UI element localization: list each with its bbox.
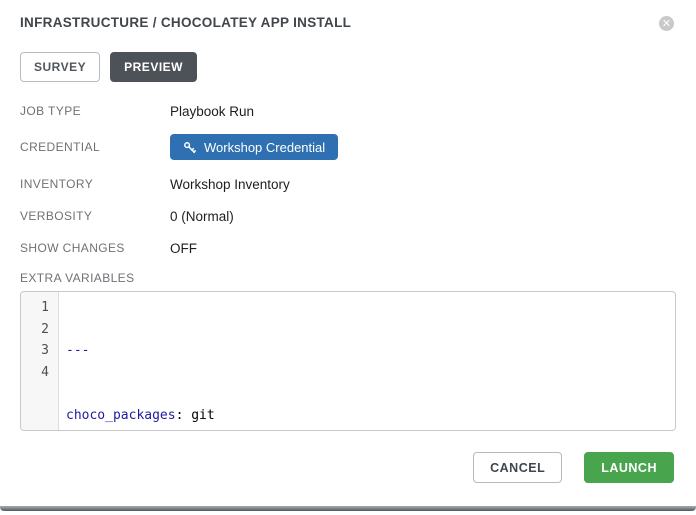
editor-code-area[interactable]: --- choco_packages: git app_state: prese… xyxy=(59,292,675,430)
cancel-button[interactable]: CANCEL xyxy=(473,452,562,483)
job-type-value: Playbook Run xyxy=(170,104,254,119)
verbosity-value: 0 (Normal) xyxy=(170,209,234,224)
job-type-label: JOB TYPE xyxy=(20,104,170,118)
window-bottom-edge xyxy=(0,506,696,511)
close-icon[interactable]: ✕ xyxy=(659,16,674,31)
credential-label: CREDENTIAL xyxy=(20,140,170,154)
code-line: --- xyxy=(66,340,675,362)
verbosity-label: VERBOSITY xyxy=(20,209,170,223)
row-credential: CREDENTIAL Workshop Credential xyxy=(20,134,676,160)
modal-footer: CANCEL LAUNCH xyxy=(473,452,674,483)
code-line: choco_packages: git xyxy=(66,405,675,427)
extra-variables-editor[interactable]: 1 2 3 4 --- choco_packages: git app_stat… xyxy=(20,291,676,431)
line-number: 1 xyxy=(21,297,49,319)
extra-variables-label: EXTRA VARIABLES xyxy=(20,271,676,285)
tab-bar: SURVEY PREVIEW xyxy=(20,52,676,82)
row-show-changes: SHOW CHANGES OFF xyxy=(20,239,676,257)
launch-button[interactable]: LAUNCH xyxy=(584,452,674,483)
modal-header: INFRASTRUCTURE / CHOCOLATEY APP INSTALL … xyxy=(0,0,696,31)
credential-badge[interactable]: Workshop Credential xyxy=(170,134,338,160)
job-details: JOB TYPE Playbook Run CREDENTIAL Worksho… xyxy=(20,102,676,257)
row-job-type: JOB TYPE Playbook Run xyxy=(20,102,676,120)
show-changes-label: SHOW CHANGES xyxy=(20,241,170,255)
key-icon xyxy=(183,141,196,154)
launch-preview-modal: INFRASTRUCTURE / CHOCOLATEY APP INSTALL … xyxy=(0,0,696,515)
modal-title: INFRASTRUCTURE / CHOCOLATEY APP INSTALL xyxy=(20,15,351,30)
tab-survey[interactable]: SURVEY xyxy=(20,52,100,82)
line-number: 4 xyxy=(21,362,49,384)
tab-preview[interactable]: PREVIEW xyxy=(110,52,197,82)
line-number: 2 xyxy=(21,319,49,341)
inventory-label: INVENTORY xyxy=(20,177,170,191)
inventory-value: Workshop Inventory xyxy=(170,177,290,192)
row-verbosity: VERBOSITY 0 (Normal) xyxy=(20,207,676,225)
line-number: 3 xyxy=(21,340,49,362)
credential-badge-label: Workshop Credential xyxy=(204,140,325,155)
editor-line-numbers: 1 2 3 4 xyxy=(21,292,59,430)
row-inventory: INVENTORY Workshop Inventory xyxy=(20,175,676,193)
show-changes-value: OFF xyxy=(170,241,197,256)
